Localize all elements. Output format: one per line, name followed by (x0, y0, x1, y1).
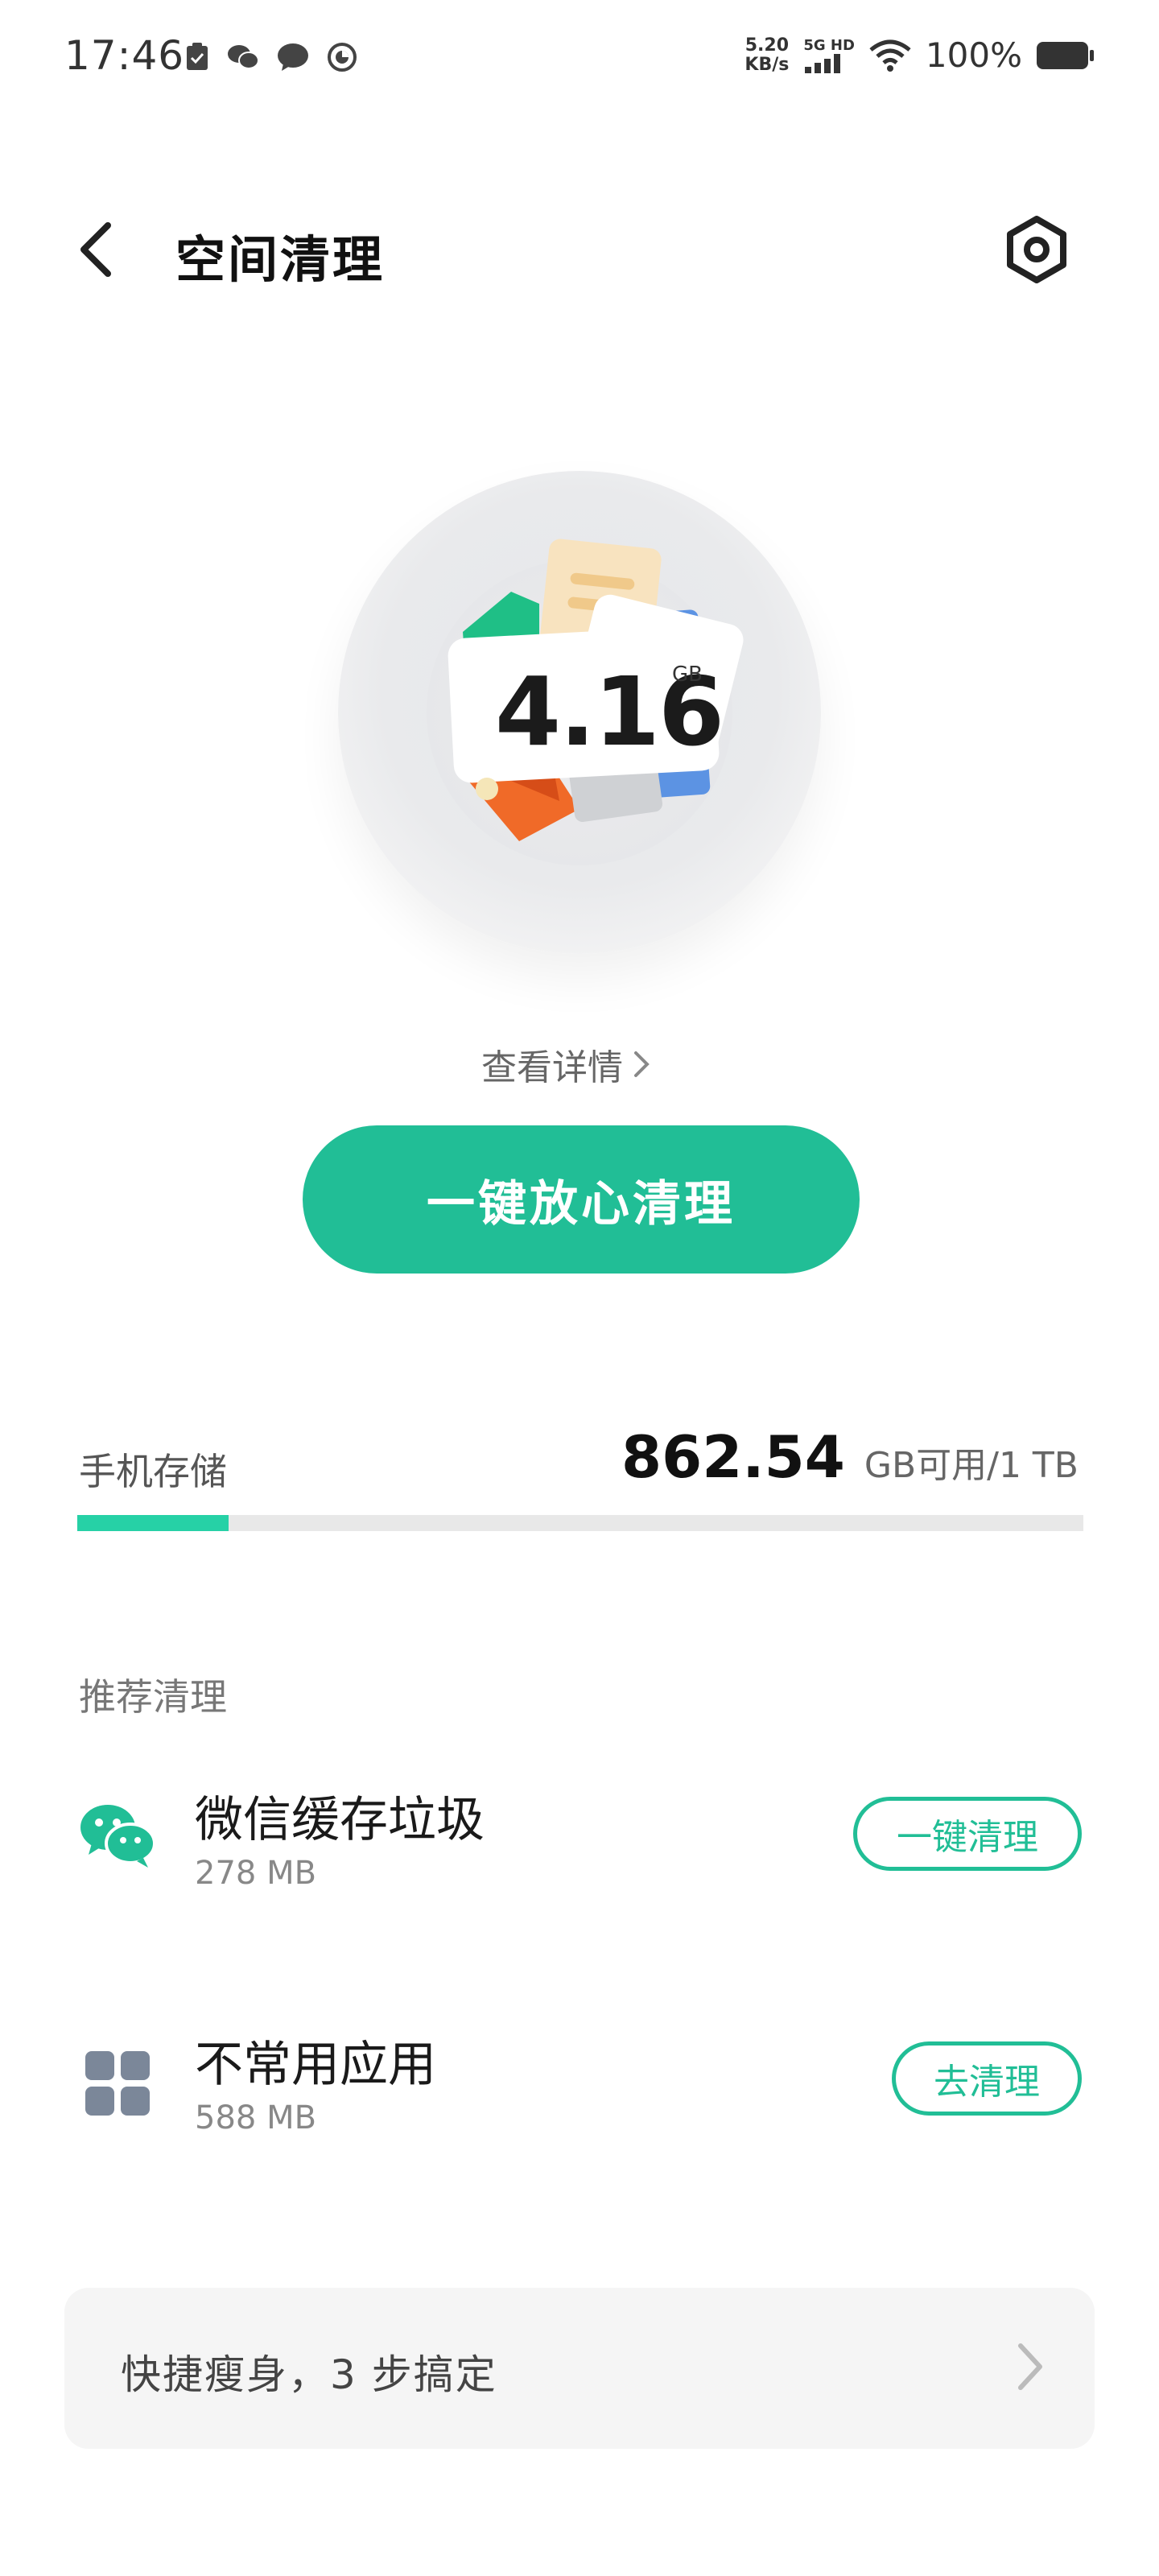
list-item-wechat-cache[interactable]: 微信缓存垃圾 278 MB 一键清理 (0, 1755, 1159, 1916)
one-tap-clean-wechat-button[interactable]: 一键清理 (853, 1797, 1082, 1871)
wifi-icon (869, 39, 911, 72)
storage-available-value: 862.54 (621, 1423, 845, 1491)
item-size: 278 MB (195, 1855, 317, 1892)
cellular-signal: 5G HD (803, 37, 855, 73)
quick-slim-card[interactable]: 快捷瘦身，3 步搞定 (64, 2288, 1095, 2449)
item-name: 不常用应用 (195, 2037, 436, 2093)
list-item-unused-apps[interactable]: 不常用应用 588 MB 去清理 (0, 2000, 1159, 2161)
chevron-right-icon (1018, 2343, 1042, 2390)
apps-grid-icon (85, 2051, 150, 2116)
item-size: 588 MB (195, 2099, 317, 2136)
storage-label: 手机存储 (79, 1450, 227, 1493)
one-tap-clean-button[interactable]: 一键放心清理 (303, 1125, 860, 1274)
storage-available: 862.54 GB可用/1 TB (621, 1423, 1079, 1491)
app-header: 空间清理 (0, 193, 1159, 306)
go-clean-apps-button[interactable]: 去清理 (892, 2041, 1082, 2116)
battery-icon (1037, 41, 1094, 69)
battery-percentage: 100% (925, 35, 1022, 75)
signal-bars-icon (805, 53, 841, 73)
network-speed: 5.20 KB/s (744, 35, 790, 75)
view-details-label: 查看详情 (481, 1047, 623, 1088)
junk-size-unit: GB (672, 663, 703, 687)
system-status: 5.20 KB/s 5G HD 100% (744, 35, 1095, 75)
status-time: 17:46 (64, 32, 185, 79)
storage-capacity-text: GB可用/1 TB (864, 1445, 1079, 1486)
storage-usage-fill (77, 1515, 229, 1531)
settings-gear-icon[interactable] (1003, 216, 1070, 283)
message-icon (278, 43, 308, 71)
wechat-icon (80, 1805, 156, 1868)
recommend-section-title: 推荐清理 (79, 1675, 227, 1719)
quick-slim-label: 快捷瘦身，3 步搞定 (121, 2351, 497, 2398)
chevron-right-icon (634, 1051, 650, 1077)
back-arrow-icon[interactable] (72, 221, 121, 279)
page-title: 空间清理 (175, 230, 386, 289)
clipboard-check-icon (187, 43, 208, 70)
junk-summary-illustration: 4.16 GB (338, 471, 821, 954)
view-details-link[interactable]: 查看详情 (481, 1038, 650, 1090)
item-name: 微信缓存垃圾 (195, 1792, 485, 1848)
wechat-notification-icon (228, 45, 259, 69)
camera-aperture-icon (328, 43, 357, 72)
storage-usage-bar (77, 1515, 1083, 1531)
status-bar: 17:46 5.20 KB/s 5G HD 100% (0, 0, 1159, 121)
notification-icons (185, 42, 357, 72)
